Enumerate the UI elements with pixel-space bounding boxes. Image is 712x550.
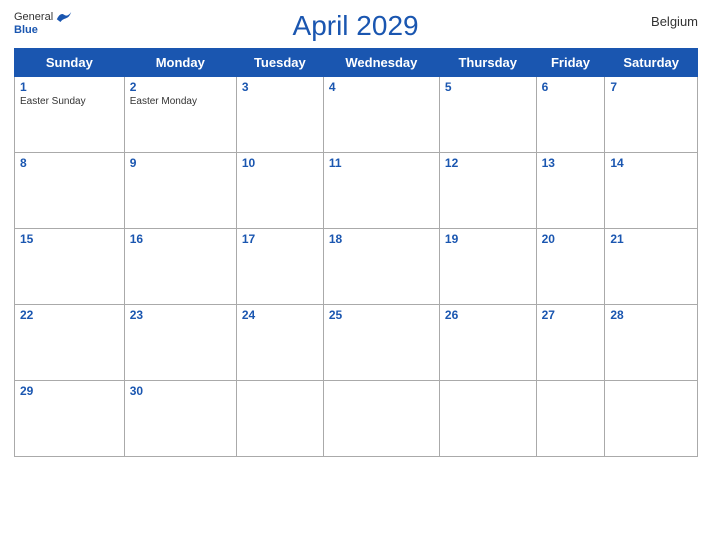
calendar-cell: 5 bbox=[439, 77, 536, 153]
logo-blue: Blue bbox=[14, 24, 38, 36]
calendar-cell: 21 bbox=[605, 229, 698, 305]
calendar-cell: 9 bbox=[124, 153, 236, 229]
day-number: 25 bbox=[329, 308, 434, 322]
holiday-label: Easter Sunday bbox=[20, 95, 119, 108]
week-row: 15 16 17 18 19 20 21 bbox=[15, 229, 698, 305]
day-number: 20 bbox=[542, 232, 600, 246]
day-number: 13 bbox=[542, 156, 600, 170]
day-number: 22 bbox=[20, 308, 119, 322]
logo-text: General bbox=[14, 10, 73, 24]
title-area: April 2029 bbox=[73, 10, 638, 42]
calendar-cell: 14 bbox=[605, 153, 698, 229]
week-row: 29 30 bbox=[15, 381, 698, 457]
calendar-cell: 24 bbox=[236, 305, 323, 381]
day-number: 23 bbox=[130, 308, 231, 322]
col-tuesday: Tuesday bbox=[236, 49, 323, 77]
calendar-cell: 30 bbox=[124, 381, 236, 457]
day-number: 27 bbox=[542, 308, 600, 322]
calendar-cell: 2Easter Monday bbox=[124, 77, 236, 153]
col-sunday: Sunday bbox=[15, 49, 125, 77]
calendar-cell: 22 bbox=[15, 305, 125, 381]
calendar-cell: 27 bbox=[536, 305, 605, 381]
calendar-cell: 10 bbox=[236, 153, 323, 229]
day-number: 26 bbox=[445, 308, 531, 322]
header-row: Sunday Monday Tuesday Wednesday Thursday… bbox=[15, 49, 698, 77]
day-number: 16 bbox=[130, 232, 231, 246]
day-number: 9 bbox=[130, 156, 231, 170]
calendar-cell: 18 bbox=[323, 229, 439, 305]
calendar-header: General Blue April 2029 Belgium bbox=[14, 10, 698, 42]
day-number: 29 bbox=[20, 384, 119, 398]
col-friday: Friday bbox=[536, 49, 605, 77]
day-number: 15 bbox=[20, 232, 119, 246]
country-label: Belgium bbox=[638, 10, 698, 29]
calendar-cell: 26 bbox=[439, 305, 536, 381]
day-number: 12 bbox=[445, 156, 531, 170]
calendar-cell: 11 bbox=[323, 153, 439, 229]
calendar-cell: 12 bbox=[439, 153, 536, 229]
calendar-cell bbox=[605, 381, 698, 457]
day-number: 24 bbox=[242, 308, 318, 322]
logo-area: General Blue bbox=[14, 10, 73, 36]
calendar-page: General Blue April 2029 Belgium Sunday M… bbox=[0, 0, 712, 550]
day-number: 8 bbox=[20, 156, 119, 170]
day-number: 4 bbox=[329, 80, 434, 94]
week-row: 89 10 11 12 13 14 bbox=[15, 153, 698, 229]
col-thursday: Thursday bbox=[439, 49, 536, 77]
calendar-cell: 13 bbox=[536, 153, 605, 229]
holiday-label: Easter Monday bbox=[130, 95, 231, 108]
day-number: 11 bbox=[329, 156, 434, 170]
col-saturday: Saturday bbox=[605, 49, 698, 77]
day-number: 17 bbox=[242, 232, 318, 246]
calendar-cell bbox=[236, 381, 323, 457]
calendar-cell: 1Easter Sunday bbox=[15, 77, 125, 153]
calendar-cell: 6 bbox=[536, 77, 605, 153]
calendar-table: Sunday Monday Tuesday Wednesday Thursday… bbox=[14, 48, 698, 457]
calendar-cell: 23 bbox=[124, 305, 236, 381]
month-title: April 2029 bbox=[293, 10, 419, 41]
day-number: 2 bbox=[130, 80, 231, 94]
calendar-cell: 19 bbox=[439, 229, 536, 305]
day-number: 21 bbox=[610, 232, 692, 246]
calendar-cell: 16 bbox=[124, 229, 236, 305]
day-number: 18 bbox=[329, 232, 434, 246]
day-number: 30 bbox=[130, 384, 231, 398]
calendar-cell: 15 bbox=[15, 229, 125, 305]
calendar-cell: 20 bbox=[536, 229, 605, 305]
day-number: 14 bbox=[610, 156, 692, 170]
calendar-cell bbox=[439, 381, 536, 457]
calendar-cell: 28 bbox=[605, 305, 698, 381]
calendar-cell: 25 bbox=[323, 305, 439, 381]
day-number: 3 bbox=[242, 80, 318, 94]
calendar-cell: 17 bbox=[236, 229, 323, 305]
col-monday: Monday bbox=[124, 49, 236, 77]
calendar-cell: 4 bbox=[323, 77, 439, 153]
week-row: 22 23 24 25 26 27 28 bbox=[15, 305, 698, 381]
calendar-cell: 29 bbox=[15, 381, 125, 457]
logo-general: General bbox=[14, 11, 53, 23]
bird-icon bbox=[55, 10, 73, 24]
day-number: 28 bbox=[610, 308, 692, 322]
calendar-cell bbox=[536, 381, 605, 457]
calendar-cell: 3 bbox=[236, 77, 323, 153]
calendar-cell bbox=[323, 381, 439, 457]
col-wednesday: Wednesday bbox=[323, 49, 439, 77]
day-number: 19 bbox=[445, 232, 531, 246]
day-number: 1 bbox=[20, 80, 119, 94]
day-number: 10 bbox=[242, 156, 318, 170]
day-number: 6 bbox=[542, 80, 600, 94]
calendar-cell: 7 bbox=[605, 77, 698, 153]
week-row: 1Easter Sunday2Easter Monday34567 bbox=[15, 77, 698, 153]
day-number: 7 bbox=[610, 80, 692, 94]
day-number: 5 bbox=[445, 80, 531, 94]
calendar-cell: 8 bbox=[15, 153, 125, 229]
